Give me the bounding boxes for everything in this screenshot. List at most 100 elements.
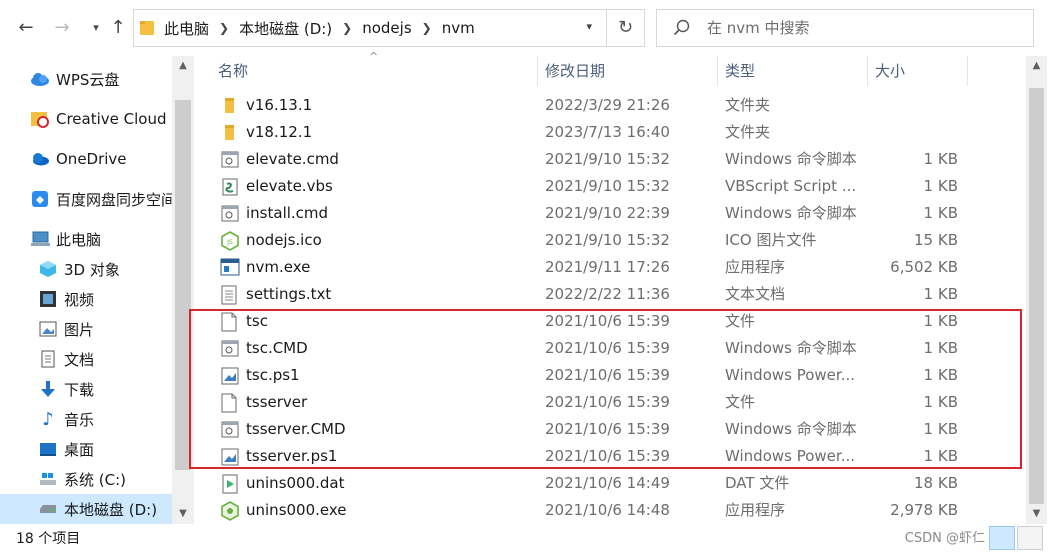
address-dropdown-chevron-icon[interactable]: ▾ xyxy=(586,20,592,33)
sidebar-item-desktop[interactable]: 桌面 xyxy=(0,434,172,464)
file-row[interactable]: tsc 2021/10/6 15:39 文件 1 KB xyxy=(218,308,998,335)
refresh-icon[interactable]: ↻ xyxy=(607,9,645,47)
column-header-name[interactable]: 名称 xyxy=(218,56,248,86)
sidebar-item-onedrive[interactable]: OneDrive xyxy=(0,144,172,174)
sidebar-item-this-pc[interactable]: 此电脑 xyxy=(0,224,172,254)
column-divider[interactable] xyxy=(967,56,968,86)
sidebar-item-creative-cloud[interactable]: Creative Cloud F xyxy=(0,104,172,134)
breadcrumb-separator-icon[interactable]: ❯ xyxy=(219,21,229,35)
pictures-icon xyxy=(38,319,58,339)
blank-file-icon xyxy=(220,393,240,413)
large-icons-view-icon[interactable] xyxy=(1017,526,1043,550)
baidu-netdisk-icon xyxy=(30,189,50,209)
cmd-script-icon xyxy=(220,204,240,224)
breadcrumb-item[interactable]: 此电脑 xyxy=(164,18,209,39)
file-name: nvm.exe xyxy=(246,258,311,276)
forward-arrow-icon[interactable]: → xyxy=(50,14,74,42)
scroll-up-arrow-icon[interactable]: ▲ xyxy=(1026,56,1047,76)
powershell-script-icon xyxy=(220,366,240,386)
file-row[interactable]: install.cmd 2021/9/10 22:39 Windows 命令脚本 1 … xyxy=(218,200,998,227)
scroll-up-arrow-icon[interactable]: ▲ xyxy=(172,56,194,76)
file-size: 1 KB xyxy=(923,366,958,384)
sidebar-item-pictures[interactable]: 图片 xyxy=(0,314,172,344)
file-name: elevate.vbs xyxy=(246,177,333,195)
file-row[interactable]: v16.13.1 2022/3/29 21:26 文件夹 xyxy=(218,92,998,119)
breadcrumb-separator-icon[interactable]: ❯ xyxy=(342,21,352,35)
creative-cloud-folder-icon xyxy=(30,109,50,129)
file-row[interactable]: elevate.vbs 2021/9/10 15:32 VBScript Scrip… xyxy=(218,173,998,200)
watermark-text: CSDN @虾仁 xyxy=(904,531,985,546)
column-header-date[interactable]: 修改日期 xyxy=(545,56,605,86)
file-row[interactable]: tsc.ps1 2021/10/6 15:39 Windows Power... 1 … xyxy=(218,362,998,389)
sidebar-item-music[interactable]: ♪ 音乐 xyxy=(0,404,172,434)
cmd-script-icon xyxy=(220,420,240,440)
breadcrumb-item[interactable]: nvm xyxy=(442,19,475,37)
sidebar-item-baidu-netdisk[interactable]: 百度网盘同步空间 xyxy=(0,184,172,214)
file-row[interactable]: tsserver.CMD 2021/10/6 15:39 Windows 命令脚本 1… xyxy=(218,416,998,443)
file-row[interactable]: JS nodejs.ico 2021/9/10 15:32 ICO 图片文件 15 KB xyxy=(218,227,998,254)
file-row[interactable]: nvm.exe 2021/9/11 17:26 应用程序 6,502 KB xyxy=(218,254,998,281)
details-view-icon[interactable] xyxy=(989,526,1015,550)
address-bar[interactable]: 此电脑 ❯ 本地磁盘 (D:) ❯ nodejs ❯ nvm ▾ xyxy=(133,9,607,47)
sidebar-item-videos[interactable]: 视频 xyxy=(0,284,172,314)
scrollbar-thumb[interactable] xyxy=(175,100,191,470)
file-size: 1 KB xyxy=(923,312,958,330)
sidebar-item-label: 3D 对象 xyxy=(64,260,120,279)
scroll-down-arrow-icon[interactable]: ▼ xyxy=(1026,504,1047,524)
documents-icon xyxy=(38,349,58,369)
sidebar-item-label: 本地磁盘 (D:) xyxy=(64,500,158,519)
file-row[interactable]: unins000.dat 2021/10/6 14:49 DAT 文件 18 KB xyxy=(218,470,998,497)
scrollbar-thumb[interactable] xyxy=(1029,88,1044,504)
sidebar-item-3d-objects[interactable]: 3D 对象 xyxy=(0,254,172,284)
search-input[interactable]: 在 nvm 中搜索 xyxy=(656,9,1034,47)
breadcrumb-separator-icon[interactable]: ❯ xyxy=(422,21,432,35)
up-arrow-icon[interactable]: ↑ xyxy=(106,14,130,42)
status-bar: 18 个项目 CSDN @虾仁 xyxy=(0,524,1049,556)
file-row[interactable]: elevate.cmd 2021/9/10 15:32 Windows 命令脚本 1 … xyxy=(218,146,998,173)
sidebar-item-downloads[interactable]: 下载 xyxy=(0,374,172,404)
sidebar-item-label: 下载 xyxy=(64,380,95,399)
file-modified-date: 2023/7/13 16:40 xyxy=(545,123,670,141)
sidebar-item-local-drive-d[interactable]: 本地磁盘 (D:) xyxy=(0,494,172,524)
file-row[interactable]: v18.12.1 2023/7/13 16:40 文件夹 xyxy=(218,119,998,146)
column-divider[interactable] xyxy=(867,56,868,86)
file-row[interactable]: unins000.exe 2021/10/6 14:48 应用程序 2,978 KB xyxy=(218,497,998,524)
file-size: 1 KB xyxy=(923,285,958,303)
breadcrumb-item[interactable]: 本地磁盘 (D:) xyxy=(239,18,332,39)
file-name: tsserver.CMD xyxy=(246,420,346,438)
desktop-icon xyxy=(38,439,58,459)
file-row[interactable]: settings.txt 2022/2/22 11:36 文本文档 1 KB xyxy=(218,281,998,308)
folder-icon xyxy=(140,21,154,35)
sidebar-item-label: 文档 xyxy=(64,350,95,369)
scroll-down-arrow-icon[interactable]: ▼ xyxy=(172,504,194,524)
recent-locations-chevron-icon[interactable]: ▾ xyxy=(84,14,108,42)
sidebar-item-wps-cloud[interactable]: WPS云盘 xyxy=(0,64,172,94)
file-row[interactable]: tsserver.ps1 2021/10/6 15:39 Windows Power… xyxy=(218,443,998,470)
file-type: 应用程序 xyxy=(725,501,786,519)
text-file-icon xyxy=(220,285,240,305)
search-icon xyxy=(673,19,690,36)
nodejs-installer-icon xyxy=(220,501,240,521)
sidebar-scrollbar[interactable]: ▲ ▼ xyxy=(172,56,194,524)
sidebar-item-label: Creative Cloud F xyxy=(56,110,172,128)
sidebar-item-documents[interactable]: 文档 xyxy=(0,344,172,374)
download-icon xyxy=(38,379,58,399)
file-size: 1 KB xyxy=(923,420,958,438)
column-divider[interactable] xyxy=(537,56,538,86)
breadcrumb-item[interactable]: nodejs xyxy=(362,19,411,37)
file-row[interactable]: tsc.CMD 2021/10/6 15:39 Windows 命令脚本 1 KB xyxy=(218,335,998,362)
column-divider[interactable] xyxy=(717,56,718,86)
file-size: 1 KB xyxy=(923,177,958,195)
search-placeholder: 在 nvm 中搜索 xyxy=(707,19,810,37)
back-arrow-icon[interactable]: ← xyxy=(14,14,38,42)
file-list-scrollbar[interactable]: ▲ ▼ xyxy=(1026,56,1047,524)
column-header-size[interactable]: 大小 xyxy=(875,56,905,86)
exe-app-icon xyxy=(220,258,240,278)
column-header-type[interactable]: 类型 xyxy=(725,56,755,86)
file-type: DAT 文件 xyxy=(725,474,790,492)
file-size: 15 KB xyxy=(914,231,958,249)
file-type: 应用程序 xyxy=(725,258,786,276)
sidebar-item-system-drive[interactable]: 系统 (C:) xyxy=(0,464,172,494)
file-size: 1 KB xyxy=(923,447,958,465)
file-row[interactable]: tsserver 2021/10/6 15:39 文件 1 KB xyxy=(218,389,998,416)
